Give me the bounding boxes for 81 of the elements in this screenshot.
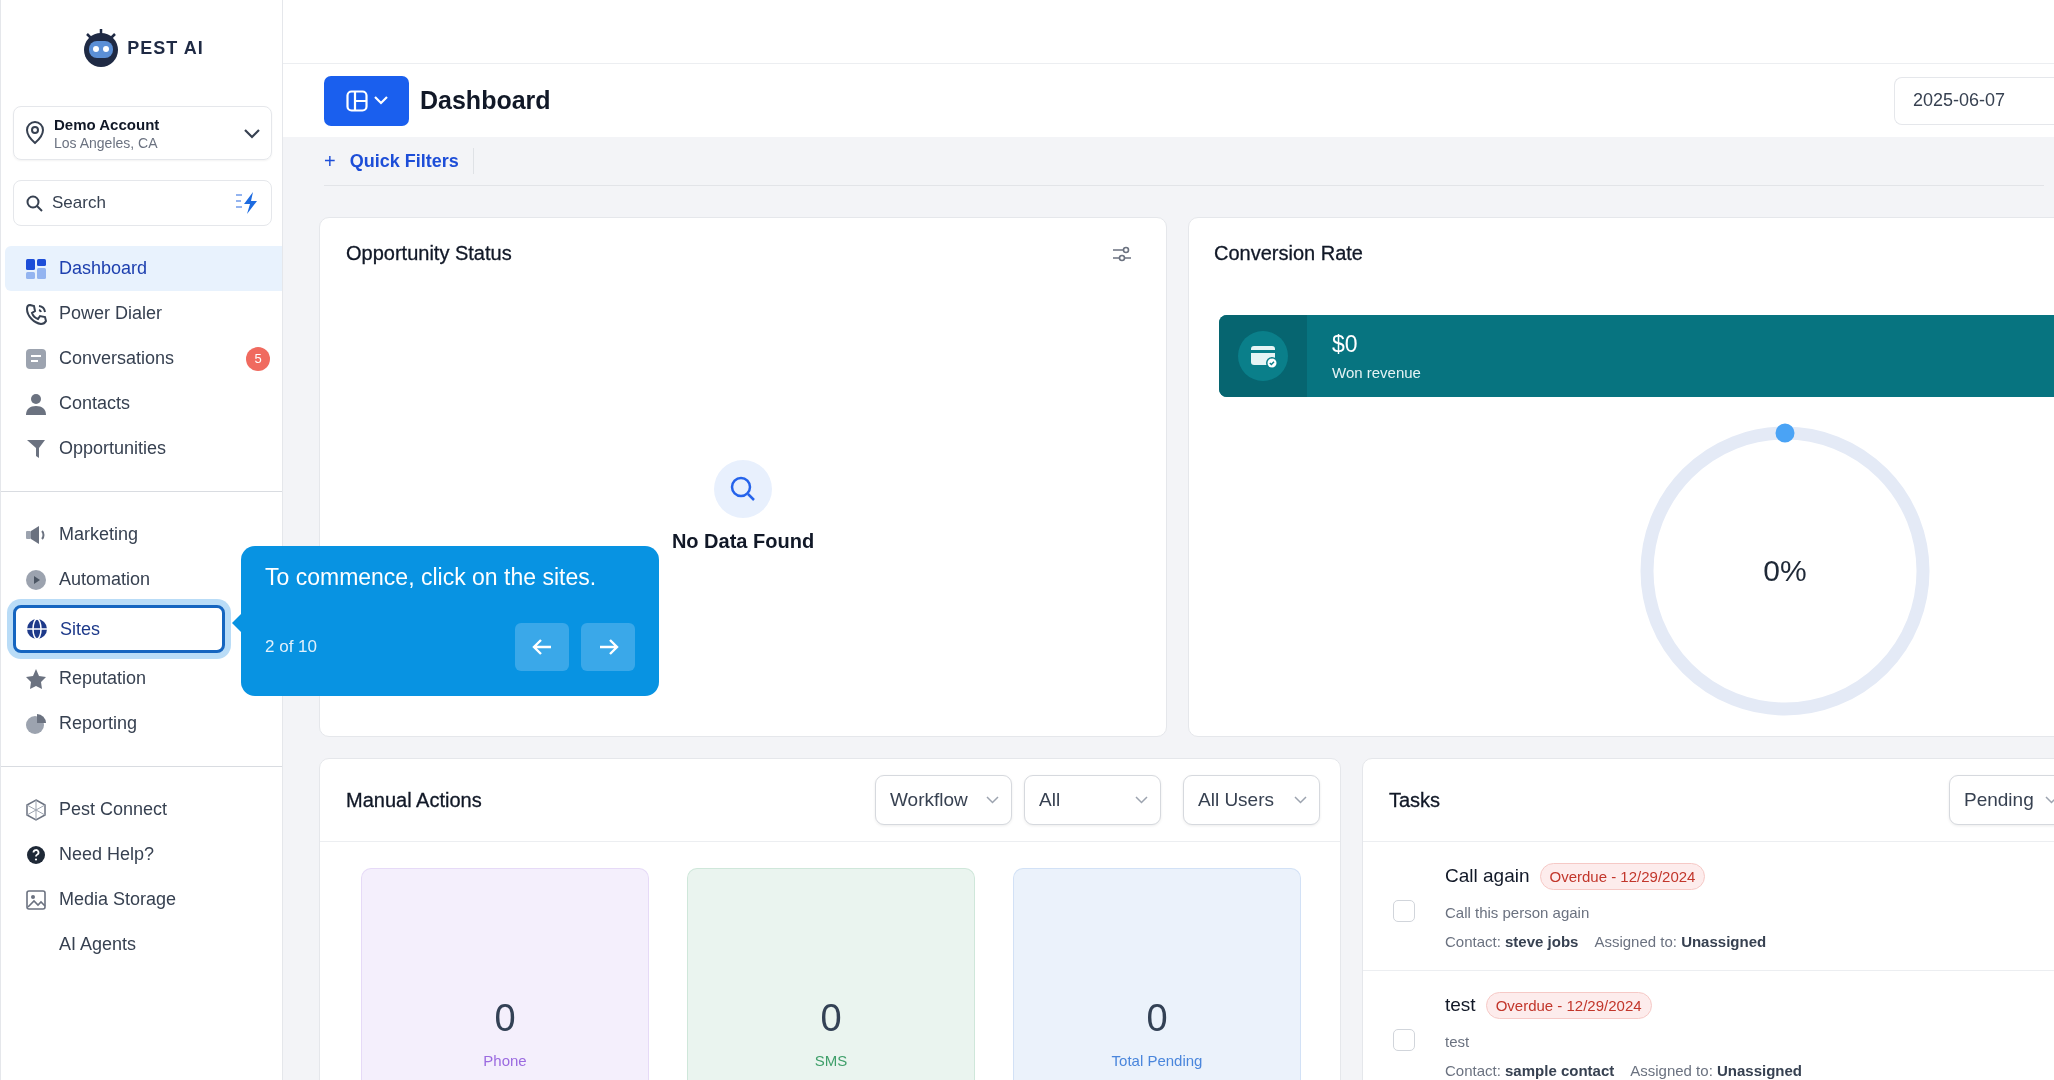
chevron-down-icon [373, 96, 388, 105]
stat-value: 0 [820, 997, 842, 1040]
funnel-icon [25, 437, 47, 460]
person-icon [25, 392, 47, 415]
filter-dropdown[interactable]: Pending [1949, 775, 2054, 825]
quick-filters-button[interactable]: + Quick Filters [324, 148, 474, 174]
arrow-left-icon [531, 637, 553, 657]
filter-dropdown[interactable]: Workflow [875, 775, 1012, 825]
tour-text: To commence, click on the sites. [265, 564, 598, 591]
sidebar-item[interactable]: Media Storage [1, 877, 282, 922]
hexagon-icon [25, 798, 47, 821]
task-assignee: Assigned to: Unassigned [1594, 932, 1767, 950]
sidebar-item[interactable]: AI Agents [1, 922, 282, 967]
due-badge: Overdue - 12/29/2024 [1485, 991, 1652, 1019]
revenue-label: Won revenue [1332, 364, 1421, 381]
chevron-down-icon [986, 796, 999, 804]
filter-dropdown[interactable]: All Users [1183, 775, 1320, 825]
sidebar-item[interactable]: Power Dialer [1, 291, 282, 336]
stat-label: Total Pending [1111, 1052, 1203, 1069]
image-icon [25, 888, 47, 911]
chevron-down-icon [1135, 796, 1148, 804]
stat-label: SMS [814, 1052, 848, 1069]
megaphone-icon [25, 523, 47, 546]
card-title: Manual Actions [346, 788, 483, 812]
page-title: Dashboard [420, 86, 552, 115]
arrow-right-icon [597, 637, 619, 657]
account-selector[interactable]: Demo Account Los Angeles, CA [13, 106, 272, 160]
brand-name: PEST AI [127, 37, 204, 59]
location-pin-icon [24, 121, 46, 145]
next-button[interactable] [581, 623, 635, 671]
tour-step-counter: 2 of 10 [265, 637, 318, 657]
globe-icon [26, 618, 48, 640]
stat-value: 0 [494, 997, 516, 1040]
empty-state-text: No Data Found [671, 530, 815, 553]
sidebar-item[interactable]: Contacts [1, 381, 282, 426]
task-description: test [1445, 1032, 1471, 1050]
pie-chart-icon [25, 712, 47, 735]
rate-reading: 0% [1763, 554, 1807, 588]
stat-label: Phone [483, 1052, 527, 1069]
card-check-icon [1238, 331, 1288, 381]
card-title: Conversion Rate [1213, 241, 1364, 265]
account-location: Los Angeles, CA [54, 134, 159, 151]
chevron-down-icon [1294, 796, 1307, 804]
sidebar-item[interactable]: Marketing [1, 512, 282, 557]
play-circle-icon [25, 568, 47, 591]
phone-icon [25, 302, 47, 325]
date-field[interactable]: 2025-06-07 [1894, 76, 2054, 125]
sidebar-item[interactable]: Reputation [1, 656, 282, 701]
sidebar-item[interactable]: Conversations 5 [1, 336, 282, 381]
account-name: Demo Account [54, 115, 161, 133]
layout-menu-button[interactable] [324, 75, 409, 126]
previous-button[interactable] [515, 623, 569, 671]
task-checkbox[interactable] [1393, 900, 1415, 922]
layout-icon [345, 89, 368, 112]
task-contact: Contact: steve jobs [1445, 932, 1579, 950]
task-description: Call this person again [1445, 903, 1591, 921]
chat-icon [25, 347, 47, 370]
sidebar-item[interactable]: Dashboard [5, 246, 282, 291]
count-badge: 5 [246, 346, 270, 371]
filter-dropdown[interactable]: All [1024, 775, 1161, 825]
sidebar-item[interactable]: Reporting [1, 701, 282, 746]
sliders-icon [1112, 244, 1132, 263]
task-contact: Contact: sample contact [1445, 1061, 1615, 1079]
search-field[interactable]: Search [13, 180, 272, 226]
task-title: test [1445, 994, 1476, 1016]
task-assignee: Assigned to: Unassigned [1630, 1061, 1802, 1079]
sidebar-item[interactable]: Pest Connect [1, 787, 282, 832]
revenue-value: $0 [1332, 331, 1359, 358]
grid-icon [25, 257, 47, 280]
sidebar-item[interactable]: Need Help? [1, 832, 282, 877]
task-checkbox[interactable] [1393, 1029, 1415, 1051]
task-title: Call again [1445, 865, 1530, 887]
stat-value: 0 [1146, 997, 1168, 1040]
card-title: Tasks [1389, 788, 1442, 812]
card-title: Opportunity Status [346, 242, 512, 265]
star-icon [25, 667, 47, 690]
question-icon [25, 843, 47, 866]
chevron-down-icon [243, 127, 261, 139]
due-badge: Overdue - 12/29/2024 [1539, 862, 1706, 890]
sidebar-item[interactable]: Opportunities [1, 426, 282, 471]
search-icon [26, 195, 43, 212]
